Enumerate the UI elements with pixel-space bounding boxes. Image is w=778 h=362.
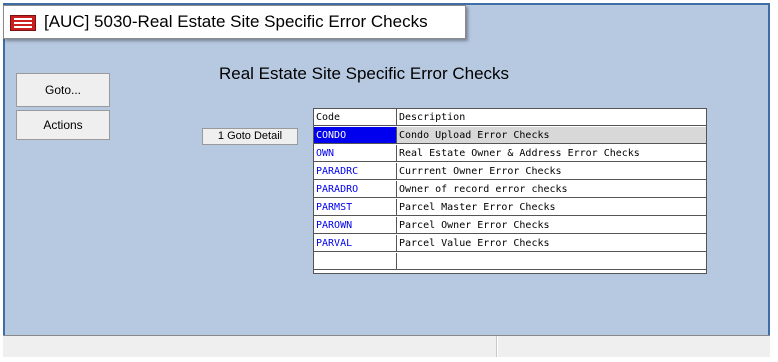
row-description[interactable]: Parcel Owner Error Checks (397, 217, 706, 234)
status-bar (3, 335, 770, 357)
row-description[interactable]: Currrent Owner Error Checks (397, 163, 706, 180)
grid-header-row: Code Description (314, 109, 706, 127)
table-row[interactable]: CONDO Condo Upload Error Checks (314, 127, 706, 145)
goto-button[interactable]: Goto... (16, 73, 110, 107)
column-header-code[interactable]: Code (314, 109, 397, 126)
title-bar: [AUC] 5030-Real Estate Site Specific Err… (3, 5, 466, 39)
table-row[interactable]: PARADRC Currrent Owner Error Checks (314, 163, 706, 181)
page-title: Real Estate Site Specific Error Checks (219, 64, 510, 83)
row-code[interactable]: OWN (314, 145, 397, 162)
app-logo-icon (10, 15, 36, 31)
goto-detail-button[interactable]: 1 Goto Detail (202, 128, 298, 145)
row-description[interactable]: Condo Upload Error Checks (397, 127, 706, 144)
table-row[interactable]: PAROWN Parcel Owner Error Checks (314, 217, 706, 235)
row-description[interactable] (397, 253, 706, 270)
row-code[interactable]: PARVAL (314, 235, 397, 252)
row-code[interactable]: PARADRO (314, 181, 397, 198)
row-description[interactable]: Parcel Master Error Checks (397, 199, 706, 216)
table-row-empty[interactable] (314, 253, 706, 271)
row-code[interactable]: PARMST (314, 199, 397, 216)
row-code[interactable] (314, 253, 397, 270)
row-description[interactable]: Parcel Value Error Checks (397, 235, 706, 252)
table-row[interactable]: OWN Real Estate Owner & Address Error Ch… (314, 145, 706, 163)
actions-button[interactable]: Actions (16, 110, 110, 140)
status-pane-left (3, 336, 497, 357)
row-code[interactable]: CONDO (314, 127, 397, 144)
row-description[interactable]: Real Estate Owner & Address Error Checks (397, 145, 706, 162)
status-pane-right (497, 336, 768, 357)
window-title: [AUC] 5030-Real Estate Site Specific Err… (44, 12, 428, 31)
table-row[interactable]: PARMST Parcel Master Error Checks (314, 199, 706, 217)
row-code[interactable]: PARADRC (314, 163, 397, 180)
table-row[interactable]: PARVAL Parcel Value Error Checks (314, 235, 706, 253)
row-code[interactable]: PAROWN (314, 217, 397, 234)
table-row[interactable]: PARADRO Owner of record error checks (314, 181, 706, 199)
row-description[interactable]: Owner of record error checks (397, 181, 706, 198)
error-checks-grid: Code Description CONDO Condo Upload Erro… (313, 108, 707, 274)
column-header-description[interactable]: Description (397, 109, 706, 126)
